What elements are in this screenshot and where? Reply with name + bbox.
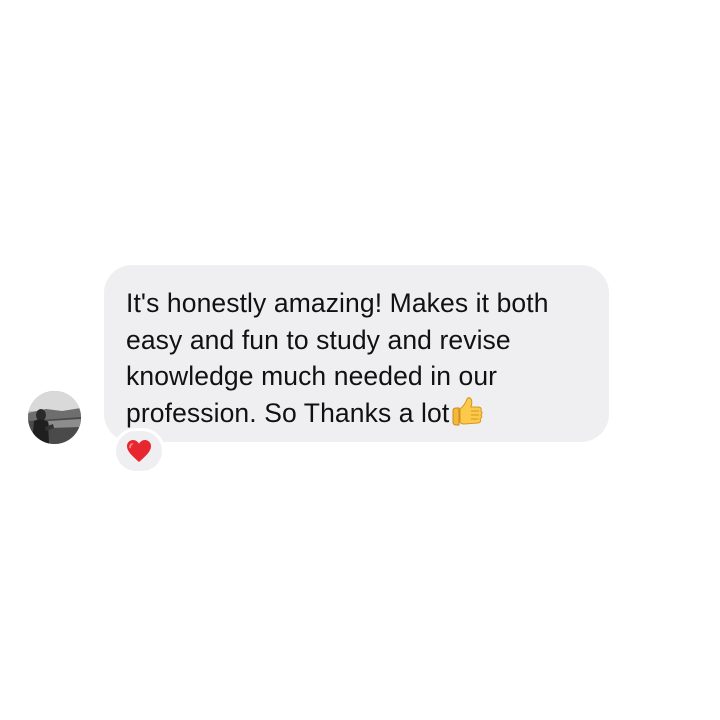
message-bubble[interactable]: It's honestly amazing! Makes it both eas…: [104, 265, 609, 442]
message-body: It's honestly amazing! Makes it both eas…: [126, 288, 549, 428]
avatar[interactable]: [28, 391, 81, 444]
heart-icon: [127, 440, 151, 462]
heart-reaction[interactable]: [113, 428, 165, 474]
message-row: It's honestly amazing! Makes it both eas…: [0, 0, 720, 720]
message-text: It's honestly amazing! Makes it both eas…: [126, 285, 589, 437]
thumbs-up-icon: [450, 396, 484, 438]
avatar-photo-icon: [28, 391, 81, 444]
